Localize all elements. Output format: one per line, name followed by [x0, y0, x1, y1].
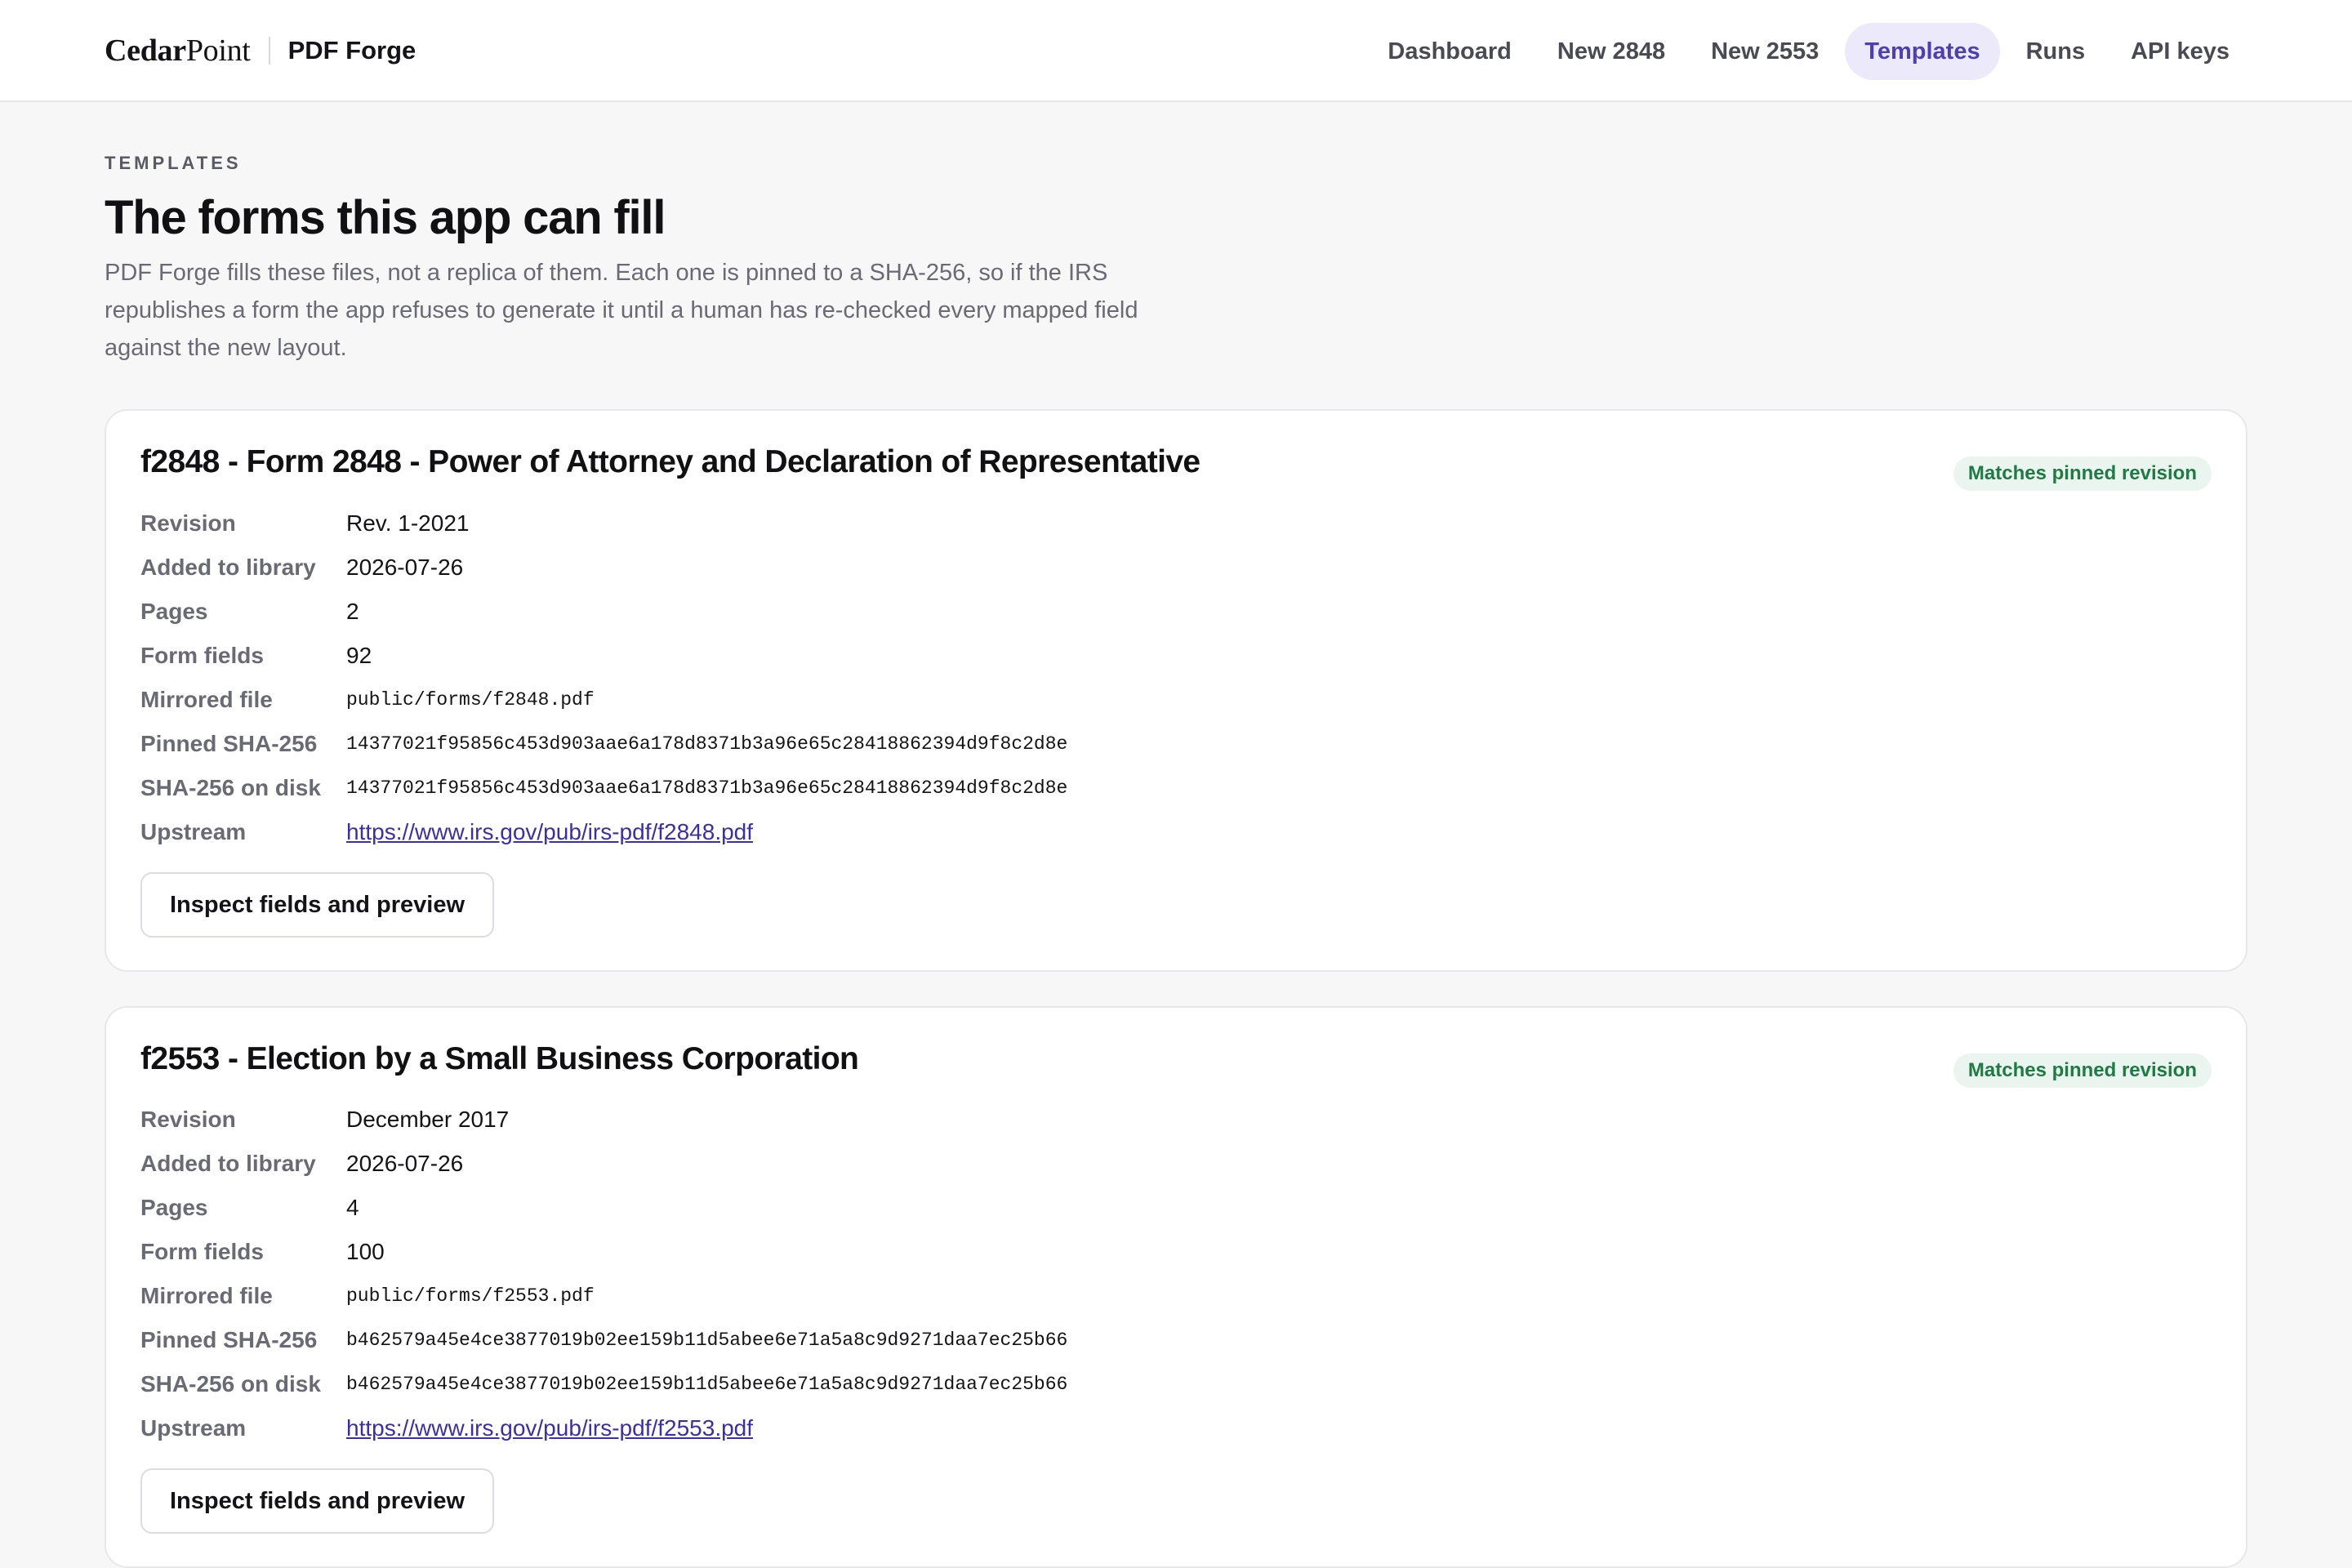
main-nav: Dashboard New 2848 New 2553 Templates Ru… [1368, 23, 2249, 80]
disk-sha-value: b462579a45e4ce3877019b02ee159b11d5abee6e… [346, 1374, 1068, 1396]
template-meta: Revision December 2017 Added to library … [140, 1098, 2212, 1450]
fields-label: Form fields [140, 1239, 264, 1265]
upstream-link[interactable]: https://www.irs.gov/pub/irs-pdf/f2553.pd… [346, 1415, 753, 1441]
pages-label: Pages [140, 598, 208, 624]
nav-new-2848[interactable]: New 2848 [1538, 23, 1685, 80]
nav-new-2553[interactable]: New 2553 [1691, 23, 1838, 80]
template-meta: Revision Rev. 1-2021 Added to library 20… [140, 501, 2212, 854]
added-value: 2026-07-26 [346, 554, 464, 580]
disk-sha-value: 14377021f95856c453d903aae6a178d8371b3a96… [346, 777, 1068, 799]
revision-label: Revision [140, 1107, 236, 1133]
main-content: TEMPLATES The forms this app can fill PD… [105, 102, 2247, 1568]
status-badge: Matches pinned revision [1953, 1053, 2212, 1088]
page-title: The forms this app can fill [105, 191, 666, 244]
disk-sha-label: SHA-256 on disk [140, 1371, 321, 1397]
revision-value: December 2017 [346, 1107, 510, 1133]
nav-runs[interactable]: Runs [2007, 23, 2105, 80]
nav-api-keys[interactable]: API keys [2111, 23, 2249, 80]
nav-templates[interactable]: Templates [1845, 23, 2000, 80]
pinned-sha-label: Pinned SHA-256 [140, 730, 318, 756]
mirrored-label: Mirrored file [140, 1283, 273, 1309]
pages-label: Pages [140, 1195, 208, 1221]
revision-label: Revision [140, 510, 236, 536]
mirrored-value: public/forms/f2848.pdf [346, 688, 595, 710]
template-title: f2553 - Election by a Small Business Cor… [140, 1040, 859, 1076]
brand-divider [268, 37, 270, 65]
pinned-sha-value: 14377021f95856c453d903aae6a178d8371b3a96… [346, 733, 1068, 755]
fields-label: Form fields [140, 642, 264, 668]
fields-value: 92 [346, 642, 372, 668]
nav-dashboard[interactable]: Dashboard [1368, 23, 1530, 80]
page-eyebrow: TEMPLATES [105, 153, 242, 173]
upstream-label: Upstream [140, 818, 247, 844]
revision-value: Rev. 1-2021 [346, 510, 470, 536]
template-card-f2848: f2848 - Form 2848 - Power of Attorney an… [105, 408, 2247, 972]
page-intro: PDF Forge fills these files, not a repli… [105, 259, 1138, 361]
added-label: Added to library [140, 1151, 316, 1177]
brand[interactable]: CedarPoint PDF Forge [105, 29, 416, 72]
template-card-f2553: f2553 - Election by a Small Business Cor… [105, 1005, 2247, 1568]
inspect-fields-button[interactable]: Inspect fields and preview [140, 871, 494, 938]
pages-value: 4 [346, 1195, 359, 1221]
mirrored-value: public/forms/f2553.pdf [346, 1285, 595, 1307]
fields-value: 100 [346, 1239, 385, 1265]
template-title: f2848 - Form 2848 - Power of Attorney an… [140, 443, 1200, 479]
status-badge: Matches pinned revision [1953, 456, 2212, 491]
brand-logo: CedarPoint [105, 33, 251, 68]
added-value: 2026-07-26 [346, 1151, 464, 1177]
disk-sha-label: SHA-256 on disk [140, 774, 321, 800]
pinned-sha-label: Pinned SHA-256 [140, 1327, 318, 1353]
upstream-link[interactable]: https://www.irs.gov/pub/irs-pdf/f2848.pd… [346, 819, 753, 844]
top-bar: CedarPoint PDF Forge Dashboard New 2848 … [0, 0, 2352, 102]
upstream-label: Upstream [140, 1415, 247, 1441]
pinned-sha-value: b462579a45e4ce3877019b02ee159b11d5abee6e… [346, 1330, 1068, 1352]
pages-value: 2 [346, 598, 359, 624]
app-name: PDF Forge [287, 36, 416, 65]
mirrored-label: Mirrored file [140, 686, 273, 712]
added-label: Added to library [140, 554, 316, 580]
inspect-fields-button[interactable]: Inspect fields and preview [140, 1468, 494, 1535]
